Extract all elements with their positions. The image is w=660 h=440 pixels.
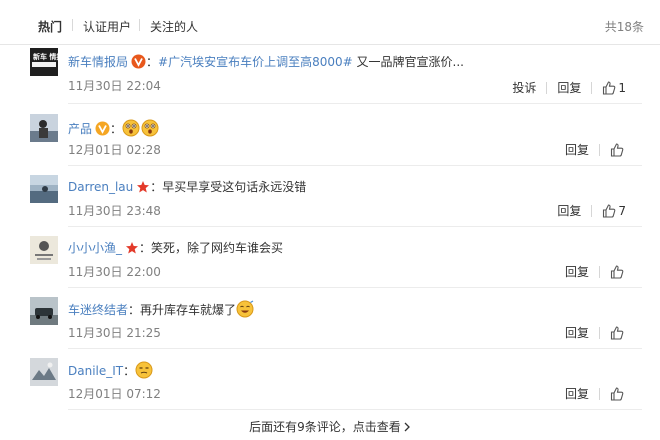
comment-timestamp: 12月01日 07:12 bbox=[68, 387, 161, 401]
comment-actions: 回复 bbox=[565, 324, 626, 341]
username-link[interactable]: 新车情报局 bbox=[68, 55, 128, 69]
like-button[interactable]: 7 bbox=[602, 204, 626, 218]
comment-content: Danile_IT： bbox=[68, 361, 154, 382]
comment-actions: 回复 7 bbox=[557, 202, 626, 219]
thumbs-up-icon bbox=[603, 204, 616, 218]
like-button[interactable] bbox=[610, 265, 626, 279]
thumbs-up-icon bbox=[610, 326, 624, 340]
load-more-label: 后面还有9条评论，点击查看 bbox=[249, 420, 401, 434]
username-link[interactable]: 产品 bbox=[68, 122, 92, 136]
tab-verified-users[interactable]: 认证用户 bbox=[83, 18, 131, 35]
like-count: 7 bbox=[618, 204, 626, 218]
like-button[interactable] bbox=[610, 326, 626, 340]
avatar[interactable] bbox=[30, 358, 58, 386]
laugh-emoji-icon bbox=[236, 300, 254, 321]
thumbs-up-icon bbox=[610, 265, 624, 279]
username-link[interactable]: 小小小渔_ bbox=[68, 241, 122, 255]
star-badge-icon bbox=[136, 180, 150, 197]
colon: ： bbox=[110, 122, 123, 136]
action-divider bbox=[599, 327, 600, 339]
comment-content: 车迷终结者：再升库存车就爆了 bbox=[68, 300, 255, 321]
reply-button[interactable]: 回复 bbox=[565, 385, 589, 402]
comment-filter-tabs: 热门 认证用户 关注的人 共18条 bbox=[0, 0, 660, 45]
comment-timestamp: 11月30日 22:04 bbox=[68, 79, 161, 93]
action-divider bbox=[599, 388, 600, 400]
report-button[interactable]: 投诉 bbox=[512, 79, 536, 96]
colon: ： bbox=[128, 303, 141, 317]
avatar[interactable]: 新车 情报局 bbox=[30, 48, 58, 76]
reply-button[interactable]: 回复 bbox=[557, 202, 581, 219]
reply-button[interactable]: 回复 bbox=[557, 79, 581, 96]
comment-text: 笑死，除了网约车谁会买 bbox=[151, 241, 284, 255]
surprised-emoji-icon bbox=[122, 119, 140, 140]
thumbs-up-icon bbox=[610, 387, 624, 401]
verified-v-badge-icon bbox=[95, 121, 110, 139]
colon: ： bbox=[150, 180, 163, 194]
comment-divider bbox=[68, 165, 642, 166]
colon: ： bbox=[123, 364, 136, 378]
action-divider bbox=[599, 266, 600, 278]
comment-divider bbox=[68, 103, 642, 104]
comment-text: 再升库存车就爆了 bbox=[140, 303, 237, 317]
smirk-emoji-icon bbox=[135, 361, 153, 382]
chevron-right-icon bbox=[404, 422, 410, 432]
comment-divider bbox=[68, 409, 642, 410]
action-divider bbox=[546, 82, 548, 94]
comment-timestamp: 12月01日 02:28 bbox=[68, 143, 161, 157]
star-badge-icon bbox=[125, 241, 139, 258]
tab-divider bbox=[139, 19, 140, 31]
username-link[interactable]: Danile_IT bbox=[68, 364, 123, 378]
comment-content: 产品 ： bbox=[68, 119, 160, 140]
tab-divider bbox=[72, 19, 73, 31]
thumbs-up-icon bbox=[603, 81, 616, 95]
avatar[interactable] bbox=[30, 236, 58, 264]
avatar[interactable] bbox=[30, 297, 58, 325]
comment-timestamp: 11月30日 22:00 bbox=[68, 265, 161, 279]
comment-timestamp: 11月30日 21:25 bbox=[68, 326, 161, 340]
comment-actions: 回复 bbox=[565, 385, 626, 402]
comment-actions: 投诉 回复 1 bbox=[512, 79, 626, 96]
comment-divider bbox=[68, 226, 642, 227]
comment-divider bbox=[68, 348, 642, 349]
comment-actions: 回复 bbox=[565, 263, 626, 280]
comment-divider bbox=[68, 287, 642, 288]
tab-following[interactable]: 关注的人 bbox=[150, 18, 198, 35]
verified-v-badge-icon bbox=[131, 54, 146, 72]
thumbs-up-icon bbox=[610, 143, 624, 157]
tab-hot[interactable]: 热门 bbox=[38, 18, 62, 35]
comment-text: 早买早享受这句话永远没错 bbox=[162, 180, 307, 194]
action-divider bbox=[591, 82, 593, 94]
avatar[interactable] bbox=[30, 175, 58, 203]
surprised-emoji-icon bbox=[141, 119, 159, 140]
comment-content: Darren_lau ：早买早享受这句话永远没错 bbox=[68, 178, 306, 197]
username-link[interactable]: 车迷终结者 bbox=[68, 303, 128, 317]
action-divider bbox=[591, 205, 593, 217]
comment-timestamp: 11月30日 23:48 bbox=[68, 204, 161, 218]
reply-button[interactable]: 回复 bbox=[565, 263, 589, 280]
colon: ： bbox=[139, 241, 152, 255]
load-more-comments: 后面还有9条评论，点击查看 bbox=[0, 418, 660, 435]
avatar[interactable] bbox=[30, 114, 58, 142]
avatar-logo-text: 新车 情报局 bbox=[33, 52, 58, 61]
username-link[interactable]: Darren_lau bbox=[68, 180, 133, 194]
like-button[interactable] bbox=[610, 387, 626, 401]
like-count: 1 bbox=[618, 81, 626, 95]
comment-actions: 回复 bbox=[565, 141, 626, 158]
reply-button[interactable]: 回复 bbox=[565, 141, 589, 158]
action-divider bbox=[599, 144, 600, 156]
comments-panel: 热门 认证用户 关注的人 共18条 新车 情报局 新车情报局：#广汽埃安宣布车价… bbox=[0, 0, 660, 440]
like-button[interactable]: 1 bbox=[602, 81, 626, 95]
colon: ： bbox=[146, 55, 159, 69]
topic-hashtag-link[interactable]: #广汽埃安宣布车价上调至高8000# bbox=[158, 55, 353, 69]
total-comment-count: 共18条 bbox=[604, 20, 644, 34]
load-more-link[interactable]: 后面还有9条评论，点击查看 bbox=[249, 420, 411, 434]
comment-content: 新车情报局 ：#广汽埃安宣布车价上调至高8000# 又一品牌官宣涨价... bbox=[68, 53, 464, 72]
comment-content: 小小小渔_ ：笑死，除了网约车谁会买 bbox=[68, 239, 283, 258]
like-button[interactable] bbox=[610, 143, 626, 157]
reply-button[interactable]: 回复 bbox=[565, 324, 589, 341]
comment-text: 又一品牌官宣涨价... bbox=[352, 55, 464, 69]
